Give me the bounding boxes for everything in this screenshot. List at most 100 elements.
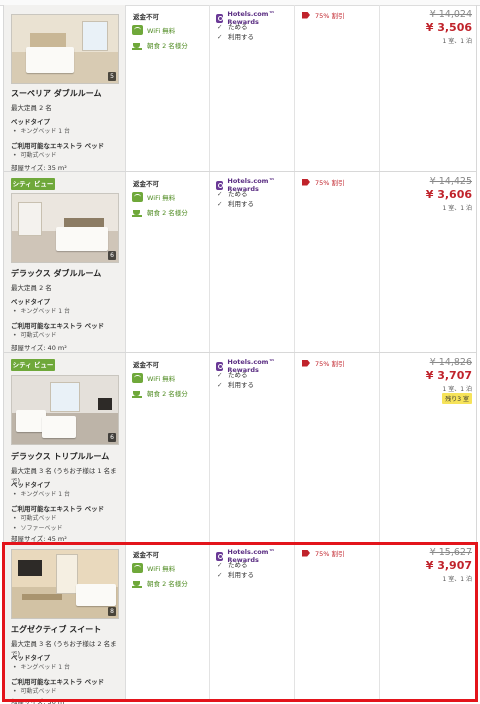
room-name[interactable]: エグゼクティブ スイート (11, 624, 101, 635)
wifi-icon (132, 563, 143, 573)
check-icon: ✓ (217, 381, 223, 389)
rewards-redeem-label: 利用する (228, 571, 254, 579)
rooms-left-badge: 残り3 室 (442, 393, 472, 404)
extra-bed-item: ソファーベッド (13, 523, 63, 532)
breakfast-label: 朝食 2 名様分 (147, 42, 188, 50)
rewards-earn: ✓ ためる (217, 188, 248, 198)
nonrefundable-label: 返金不可 (133, 551, 159, 559)
rewards-redeem: ✓ 利用する (217, 198, 254, 208)
options-cell: 返金不可 WiFi 無料 朝食 2 名様分 (127, 172, 210, 352)
check-icon: ✓ (217, 561, 223, 569)
room-name[interactable]: デラックス トリプルルーム (11, 451, 109, 462)
original-price: ¥ 14,826 (429, 357, 472, 368)
rewards-earn: ✓ ためる (217, 559, 248, 569)
discounted-price: ¥ 3,707 (425, 369, 472, 382)
rewards-redeem: ✓ 利用する (217, 379, 254, 389)
room-row-executive-suite: 8 エグゼクティブ スイート 最大定員 3 名 (うちお子様は 2 名まで) ベ… (3, 543, 477, 704)
discounted-price: ¥ 3,506 (425, 21, 472, 34)
rewards-earn: ✓ ためる (217, 21, 248, 31)
price-unit: 1 室、1 泊 (442, 205, 472, 212)
rewards-cell: Hotels.com™ Rewards ✓ ためる ✓ 利用する (211, 172, 295, 352)
city-view-badge: シティ ビュー (11, 178, 55, 190)
city-view-badge: シティ ビュー (11, 359, 55, 371)
room-size: 部屋サイズ: 40 m² (11, 344, 67, 352)
rewards-redeem-label: 利用する (228, 33, 254, 41)
bed-type-label: ベッドタイプ (11, 481, 50, 489)
price-tag-icon (302, 549, 310, 557)
bed-type-label: ベッドタイプ (11, 298, 50, 306)
discount-label: 75% 割引 (315, 550, 345, 558)
coffee-cup-icon (132, 40, 143, 50)
breakfast-label: 朝食 2 名様分 (147, 390, 188, 398)
rewards-redeem: ✓ 利用する (217, 569, 254, 579)
coffee-cup-icon (132, 388, 143, 398)
price-cell: ¥ 15,627 ¥ 3,907 1 室、1 泊 (381, 543, 476, 701)
discount-cell: 75% 割引 (296, 5, 380, 171)
room-row-superior-double: 5 スーペリア ダブルルーム 最大定員 2 名 ベッドタイプ キングベッド 1 … (3, 5, 477, 172)
room-size: 部屋サイズ: 35 m² (11, 164, 67, 172)
rewards-earn-label: ためる (228, 23, 248, 31)
nonrefundable-label: 返金不可 (133, 361, 159, 369)
discount-badge: 75% 割引 (302, 548, 345, 558)
check-icon: ✓ (217, 33, 223, 41)
check-icon: ✓ (217, 23, 223, 31)
discount-label: 75% 割引 (315, 179, 345, 187)
check-icon: ✓ (217, 571, 223, 579)
bed-item: キングベッド 1 台 (13, 662, 70, 671)
check-icon: ✓ (217, 190, 223, 198)
wifi-feature: WiFi 無料 (132, 192, 175, 202)
price-tag-icon (302, 11, 310, 19)
discount-label: 75% 割引 (315, 360, 345, 368)
extra-bed-label: ご利用可能なエキストラ ベッド (11, 678, 105, 686)
extra-bed-item: 可動式ベッド (13, 686, 57, 695)
extra-bed-label: ご利用可能なエキストラ ベッド (11, 142, 105, 150)
wifi-label: WiFi 無料 (147, 194, 176, 202)
wifi-icon (132, 25, 143, 35)
price-unit: 1 室、1 泊 (442, 386, 472, 393)
bed-type-label: ベッドタイプ (11, 118, 50, 126)
breakfast-label: 朝食 2 名様分 (147, 580, 188, 588)
original-price: ¥ 14,024 (429, 9, 472, 20)
room-photo[interactable]: 6 (11, 193, 119, 263)
room-photo[interactable]: 8 (11, 549, 119, 619)
photo-count-badge: 6 (108, 251, 116, 260)
room-name[interactable]: スーペリア ダブルルーム (11, 88, 102, 99)
wifi-label: WiFi 無料 (147, 375, 176, 383)
extra-bed-item: 可動式ベッド (13, 150, 57, 159)
room-capacity: 最大定員 2 名 (11, 104, 52, 112)
breakfast-feature: 朝食 2 名様分 (132, 207, 188, 217)
room-size: 部屋サイズ: 45 m² (11, 535, 67, 543)
wifi-icon (132, 373, 143, 383)
rewards-earn-label: ためる (228, 371, 248, 379)
photo-count-badge: 5 (108, 72, 116, 81)
room-photo[interactable]: 5 (11, 14, 119, 84)
rewards-earn-label: ためる (228, 561, 248, 569)
wifi-label: WiFi 無料 (147, 565, 176, 573)
nonrefundable-label: 返金不可 (133, 180, 159, 188)
original-price: ¥ 15,627 (429, 547, 472, 558)
rewards-redeem-label: 利用する (228, 381, 254, 389)
wifi-feature: WiFi 無料 (132, 563, 175, 573)
price-tag-icon (302, 359, 310, 367)
options-cell: 返金不可 WiFi 無料 朝食 2 名様分 (127, 353, 210, 542)
check-icon: ✓ (217, 200, 223, 208)
wifi-feature: WiFi 無料 (132, 373, 175, 383)
bed-item: キングベッド 1 台 (13, 306, 70, 315)
wifi-label: WiFi 無料 (147, 27, 176, 35)
discount-badge: 75% 割引 (302, 358, 345, 368)
rewards-cell: Hotels.com™ Rewards ✓ ためる ✓ 利用する (211, 543, 295, 701)
room-capacity: 最大定員 2 名 (11, 284, 52, 292)
extra-bed-label: ご利用可能なエキストラ ベッド (11, 505, 105, 513)
price-cell: ¥ 14,024 ¥ 3,506 1 室、1 泊 (381, 5, 476, 171)
coffee-cup-icon (132, 207, 143, 217)
room-info-cell: 5 スーペリア ダブルルーム 最大定員 2 名 ベッドタイプ キングベッド 1 … (4, 5, 126, 172)
room-rate-table: 5 スーペリア ダブルルーム 最大定員 2 名 ベッドタイプ キングベッド 1 … (3, 5, 477, 704)
room-size: 部屋サイズ: 50 m² (11, 698, 67, 704)
discount-label: 75% 割引 (315, 12, 345, 20)
bed-item: キングベッド 1 台 (13, 489, 70, 498)
room-name[interactable]: デラックス ダブルルーム (11, 268, 101, 279)
photo-count-badge: 6 (108, 433, 116, 442)
discounted-price: ¥ 3,907 (425, 559, 472, 572)
bed-type-label: ベッドタイプ (11, 654, 50, 662)
room-photo[interactable]: 6 (11, 375, 119, 445)
